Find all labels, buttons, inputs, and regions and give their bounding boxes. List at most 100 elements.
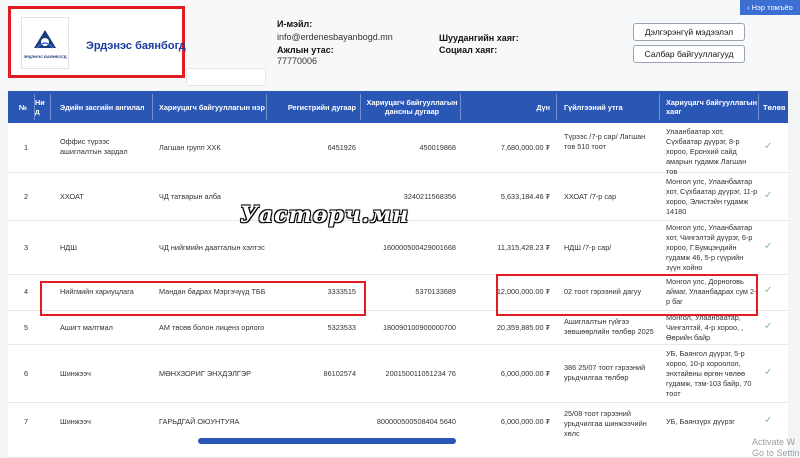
glossary-tab[interactable]: ‹ Нэр томъёо (740, 0, 800, 15)
table-row[interactable]: 3 НДШ ЧД нийгмийн даатгалын хэлтэс 16000… (8, 221, 788, 275)
table-row[interactable]: 1 Оффис түрээс ашиглалтын зардал Лагшан … (8, 123, 788, 176)
header-divider (556, 94, 557, 120)
glossary-arrow-icon: ‹ (747, 3, 750, 12)
header-category[interactable]: Эдийн засгийн ангилал (60, 91, 150, 123)
os-activation-notice: Activate W Go to Settin (752, 437, 800, 458)
email-value[interactable]: info@erdenesbayanbogd.mn (277, 32, 393, 42)
logo-subtext: ЭРДЭНЭС БАЯНБОГД (23, 53, 67, 59)
cell-category: Шинжээч (60, 417, 91, 426)
table-row[interactable]: 5 Ашигт малтмал АМ төсөв болон лиценз ор… (8, 311, 788, 345)
paid-check-icon: ✓ (764, 141, 773, 152)
details-button[interactable]: Дэлгэрэнгүй мэдээлэл (633, 23, 745, 41)
cell-address: Монгол, Улаанбаатар, Чингэлтэй, 4-р хоро… (666, 313, 744, 342)
organization-header: ЭРДЭНЭС БАЯНБОГД Эрдэнэс баянбогд И-мэйл… (0, 0, 800, 90)
activation-line-2: Go to Settin (752, 448, 800, 458)
paid-check-icon: ✓ (764, 241, 773, 252)
paid-check-icon: ✓ (764, 190, 773, 201)
cell-purpose: 386 25/07 тоот гэрээний урьдчилгаа төлбө… (564, 363, 646, 382)
cell-address: УБ, Баянгол дүүрэг, 5-р хороо, 10-р хоро… (666, 349, 752, 398)
header-recipient[interactable]: Хариуцагч байгууллагын нэр (159, 91, 269, 123)
cell-account: 160000500429001668 (382, 243, 456, 252)
cell-category: ХХОАТ (60, 192, 84, 201)
cell-address: Улаанбаатар хот, Сүхбаатар дүүрэг, 8-р х… (666, 127, 747, 176)
paid-check-icon: ✓ (764, 321, 773, 332)
cell-amount: 11,315,428.23 ₮ (497, 243, 550, 252)
cell-account: 200150011051234 76 (385, 369, 456, 378)
activation-line-1: Activate W (752, 437, 796, 447)
cell-no: 4 (24, 287, 29, 296)
cell-address: Монгол улс, Улаанбаатар хот, Чингэлтэй д… (666, 223, 753, 272)
cell-category: Ашигт малтмал (60, 323, 113, 332)
cell-no: 3 (24, 243, 29, 252)
cell-amount: 6,000,000.00 ₮ (500, 369, 550, 378)
header-divider (50, 94, 51, 120)
header-account[interactable]: Хариуцагч байгууллагын дансны дугаар (364, 91, 460, 123)
phone-label: Ажлын утас: (277, 45, 334, 55)
cell-account: 5370133689 (415, 287, 456, 296)
header-address[interactable]: Хариуцагч байгууллагын хаяг (666, 91, 758, 123)
header-divider (152, 94, 153, 120)
cell-no: 6 (24, 369, 29, 378)
cell-purpose: Түрээс /7-р сар/ Лагшан тов 510 тоот (564, 132, 646, 151)
horizontal-scrollbar[interactable] (198, 438, 456, 444)
header-reg-no[interactable]: Регистрийн дугаар (270, 91, 356, 123)
header-divider (460, 94, 461, 120)
header-divider (758, 94, 759, 120)
logo-highlight-box: ЭРДЭНЭС БАЯНБОГД Эрдэнэс баянбогд (8, 6, 186, 78)
table-row[interactable]: 6 Шинжээч МӨНХЗОРИГ ЭНХДЭЛГЭР 86102574 2… (8, 345, 788, 403)
cell-amount: 5,633,184.46 ₮ (500, 192, 550, 201)
cell-no: 2 (24, 192, 29, 201)
filter-select[interactable] (186, 68, 266, 86)
header-purpose[interactable]: Гүйлгээний утга (564, 91, 654, 123)
postal-address-label: Шуудангийн хаяг: (439, 33, 519, 43)
cell-recipient: ЧД нийгмийн даатгалын хэлтэс (159, 243, 265, 252)
glossary-tab-label: Нэр томъёо (751, 3, 793, 12)
email-label: И-мэйл: (277, 19, 313, 29)
header-divider (659, 94, 660, 120)
table-row[interactable]: 7 Шинжээч ГАРЬДГАЙ ОЮУНТУЯА 800000500508… (8, 403, 788, 458)
company-name: Эрдэнэс баянбогд (86, 40, 186, 52)
social-address-label: Социал хаяг: (439, 45, 498, 55)
header-amount[interactable]: Дүн (464, 91, 550, 123)
cell-address: УБ, Баянзүрх дүүрэг (666, 417, 735, 426)
cell-purpose: Ашиглалтын гүйгээ зөвшөөрлийн төлбөр 202… (564, 317, 654, 336)
cell-no: 7 (24, 417, 29, 426)
highlight-recipient-box (40, 281, 366, 316)
phone-value: 77770006 (277, 56, 318, 66)
cell-purpose: НДШ /7-р сар/ (564, 243, 612, 252)
cell-recipient: АМ төсөв болон лиценз орлого (159, 323, 265, 332)
cell-address: Монгол улс, Улаанбаатар хот, Сүхбаатар д… (666, 177, 758, 216)
cell-reg: 5323533 (327, 323, 356, 332)
paid-check-icon: ✓ (764, 367, 773, 378)
cell-recipient: Лагшан групп ХХК (159, 143, 221, 152)
cell-account: 800000500508404 5640 (376, 417, 456, 426)
header-divider (360, 94, 361, 120)
cell-account: 180090100900000700 (382, 323, 456, 332)
highlight-amount-box (496, 274, 758, 316)
cell-account: 3240211568356 (403, 192, 456, 201)
cell-purpose: ХХОАТ /7-р сар (564, 192, 617, 201)
cell-category: Шинжээч (60, 369, 91, 378)
cell-amount: 7,680,000.00 ₮ (500, 143, 550, 152)
header-divider (266, 94, 267, 120)
cell-reg: 86102574 (323, 369, 356, 378)
cell-no: 1 (24, 143, 29, 152)
branches-button[interactable]: Салбар байгууллагууд (633, 45, 745, 63)
page-root: ЭРДЭНЭС БАЯНБОГД Эрдэнэс баянбогд И-мэйл… (0, 0, 800, 458)
table-header-row: № Ни д Эдийн засгийн ангилал Хариуцагч б… (8, 91, 788, 123)
header-no[interactable]: № (12, 91, 34, 123)
cell-recipient: ЧД татварын алба (159, 192, 221, 201)
header-paid[interactable]: Төлөв (763, 91, 787, 123)
cell-category: Оффис түрээс ашиглалтын зардал (60, 137, 128, 156)
company-logo: ЭРДЭНЭС БАЯНБОГД (21, 17, 69, 69)
cell-recipient: ГАРЬДГАЙ ОЮУНТУЯА (159, 417, 240, 426)
cell-reg: 6451926 (327, 143, 356, 152)
cell-amount: 20,359,885.00 ₮ (496, 323, 550, 332)
cell-no: 5 (24, 323, 29, 332)
cell-category: НДШ (60, 243, 77, 252)
watermark-logo: Уастөрч.мн (240, 202, 410, 228)
header-id[interactable]: Ни д (35, 91, 49, 123)
cell-amount: 6,000,000.00 ₮ (500, 417, 550, 426)
logo-emblem-icon (34, 29, 56, 48)
cell-recipient: МӨНХЗОРИГ ЭНХДЭЛГЭР (159, 369, 251, 378)
